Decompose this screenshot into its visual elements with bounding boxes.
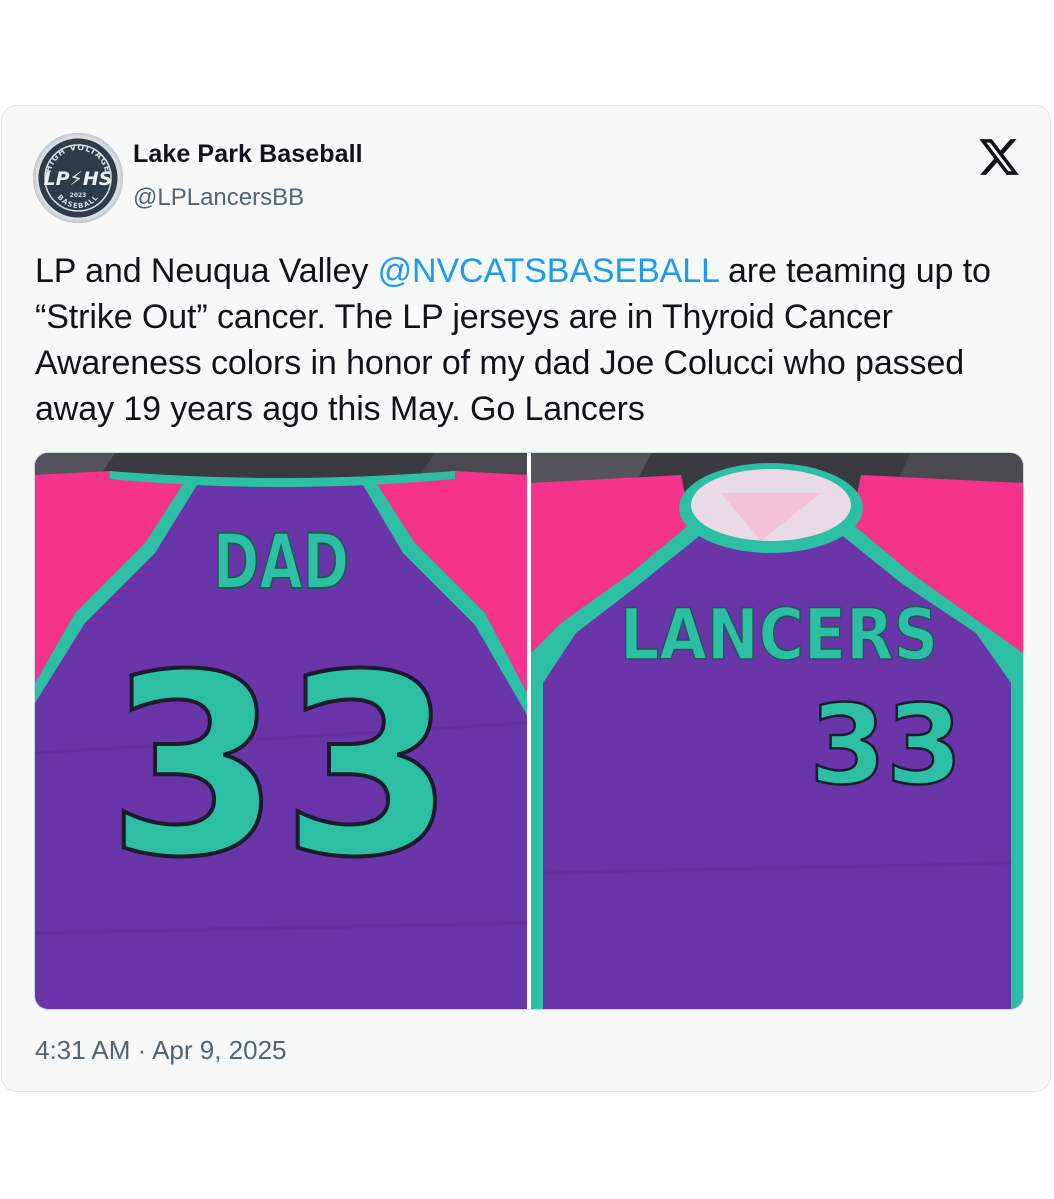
media-grid[interactable]: DAD 33 LANCERS 33 (34, 452, 1024, 1010)
svg-text:33: 33 (107, 621, 455, 912)
svg-text:2023: 2023 (70, 192, 87, 199)
avatar[interactable]: HIGH VOLTAGE LP⚡HS 2023 BASEBALL (33, 133, 123, 223)
display-name[interactable]: Lake Park Baseball (133, 140, 363, 169)
tweet-timestamp[interactable]: 4:31 AM · Apr 9, 2025 (35, 1035, 287, 1066)
svg-text:LP⚡HS: LP⚡HS (44, 168, 113, 190)
tweet-card[interactable]: HIGH VOLTAGE LP⚡HS 2023 BASEBALL Lake Pa… (1, 105, 1051, 1092)
user-handle[interactable]: @LPLancersBB (133, 184, 304, 212)
x-logo-icon[interactable] (977, 135, 1021, 179)
team-logo: HIGH VOLTAGE LP⚡HS 2023 BASEBALL (35, 135, 121, 221)
photo-jersey-back[interactable]: DAD 33 (35, 453, 527, 1009)
svg-text:DAD: DAD (213, 518, 349, 607)
tweet-text-part-1: LP and Neuqua Valley (35, 252, 378, 290)
svg-text:33: 33 (809, 681, 962, 809)
tweet-text: LP and Neuqua Valley @NVCATSBASEBALL are… (35, 248, 1025, 432)
photo-jersey-front[interactable]: LANCERS 33 (531, 453, 1023, 1009)
svg-text:LANCERS: LANCERS (620, 594, 938, 676)
mention-link[interactable]: @NVCATSBASEBALL (378, 252, 719, 290)
